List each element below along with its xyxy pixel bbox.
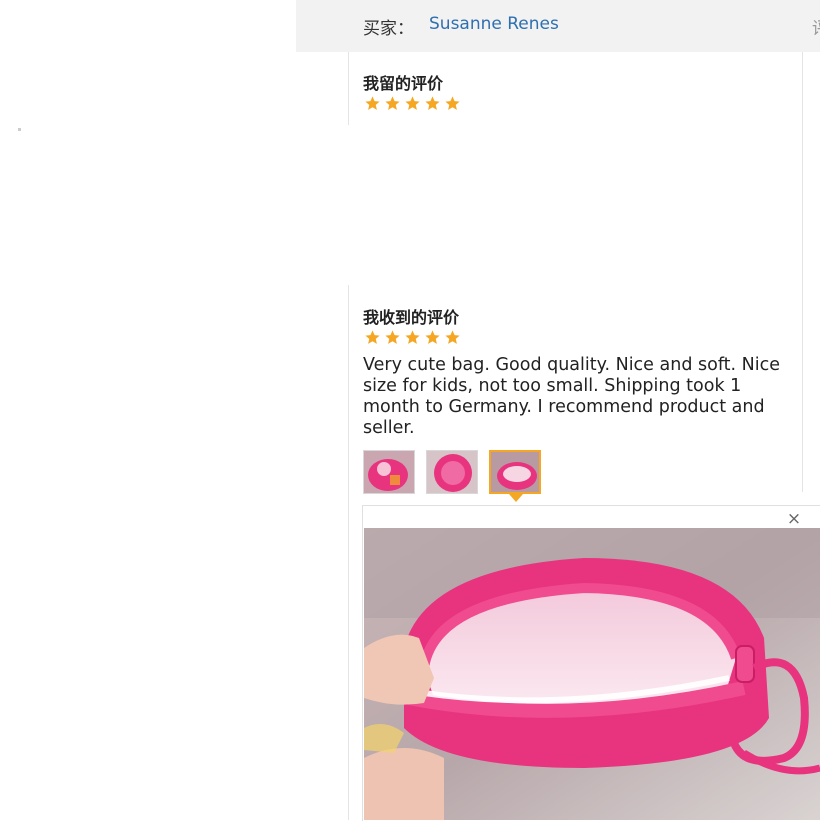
review-photo[interactable] <box>364 528 820 820</box>
buyer-label: 买家： <box>363 19 414 39</box>
received-review-title: 我收到的评价 <box>363 308 460 327</box>
star-icon <box>365 330 380 344</box>
thumbnail-3[interactable] <box>489 450 541 494</box>
column-divider <box>348 52 349 125</box>
caret-down-icon <box>509 494 523 502</box>
review-text: Very cute bag. Good quality. Nice and so… <box>363 355 781 438</box>
thumbnail-2[interactable] <box>426 450 478 494</box>
truncated-header-text: 评 <box>812 14 820 39</box>
star-icon <box>445 96 460 110</box>
star-icon <box>405 96 420 110</box>
close-icon[interactable]: × <box>786 510 802 528</box>
star-icon <box>365 96 380 110</box>
my-review-rating <box>363 95 462 113</box>
star-icon <box>405 330 420 344</box>
star-icon <box>385 330 400 344</box>
received-review-rating <box>363 329 462 347</box>
thumbnail-1[interactable] <box>363 450 415 494</box>
artifact-dot <box>18 128 21 131</box>
my-review-title: 我留的评价 <box>363 74 444 93</box>
column-divider-right <box>802 52 803 492</box>
star-icon <box>445 330 460 344</box>
star-icon <box>385 96 400 110</box>
star-icon <box>425 96 440 110</box>
left-blank-pane <box>0 0 296 820</box>
star-icon <box>425 330 440 344</box>
buyer-name-link[interactable]: Susanne Renes <box>429 14 559 34</box>
column-divider <box>348 285 349 820</box>
